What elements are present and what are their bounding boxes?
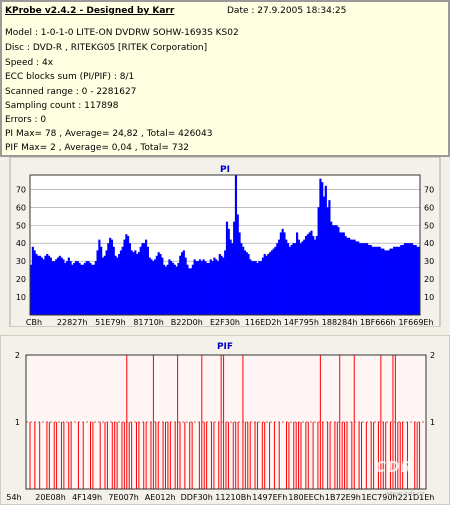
pi-x-tick: 188284h — [322, 318, 358, 327]
info-range: Scanned range : 0 - 2281627 — [5, 87, 137, 97]
scan-date: Date : 27.9.2005 18:34:25 — [227, 6, 347, 16]
pif-y-tick-left: 1 — [15, 418, 20, 427]
pi-x-tick: B22D0h — [171, 318, 203, 327]
pif-x-tick: AE012h — [145, 493, 176, 502]
info-errors: Errors : 0 — [5, 115, 47, 125]
pif-x-tick: 54h — [6, 493, 21, 502]
pi-x-tick: 1BF666h — [360, 318, 396, 327]
info-pif-stats: PIF Max= 2 , Average= 0,04 , Total= 732 — [5, 143, 190, 153]
pi-x-tick: E2F30h — [210, 318, 240, 327]
app-title: KProbe v2.4.2 - Designed by Karr — [5, 6, 175, 16]
pi-y-tick-right: 40 — [424, 239, 434, 248]
pif-chart: PIF 1 1 2 2 54h 20E08h 4F149h 7E007h AE012h DDF30h… — [0, 335, 450, 505]
pi-chart: PI 10 10 20 20 30 30 40 40 50 50 60 60 70 70 CBh 22827h 5… — [9, 157, 441, 327]
pif-x-tick: 11210Bh — [215, 493, 251, 502]
pi-x-tick: 51E79h — [95, 318, 125, 327]
info-disc: Disc : DVD-R , RITEKG05 [RITEK Corporati… — [5, 43, 208, 53]
pi-y-tick-right: 60 — [424, 203, 434, 212]
kprobe-window: KProbe v2.4.2 - Designed by Karr Date : … — [0, 0, 450, 505]
info-ecc: ECC blocks sum (PI/PIF) : 8/1 — [5, 72, 135, 82]
pi-x-tick: 1F669Eh — [398, 318, 433, 327]
pi-x-tick: CBh — [26, 318, 42, 327]
pif-x-tick: 180EECh — [288, 493, 324, 502]
info-model: Model : 1-0-1-0 LITE-ON DVDRW SOHW-1693S… — [5, 28, 239, 38]
pi-y-tick-right: 10 — [424, 293, 434, 302]
pi-y-tick-right: 20 — [424, 275, 434, 284]
pif-y-tick-right: 2 — [430, 351, 435, 360]
info-pi-stats: PI Max= 78 , Average= 24,82 , Total= 426… — [5, 129, 213, 139]
pif-x-tick: 1497EFh — [252, 493, 287, 502]
pi-y-tick-right: 50 — [424, 221, 434, 230]
pi-x-tick: 81710h — [133, 318, 164, 327]
pi-y-tick-left: 70 — [16, 185, 26, 194]
pif-x-tick: 20E08h — [35, 493, 65, 502]
pi-x-tick: 116ED2h — [245, 318, 282, 327]
pi-x-tick: 22827h — [57, 318, 88, 327]
pif-x-tick: DDF30h — [181, 493, 213, 502]
pif-x-tick: 4F149h — [72, 493, 102, 502]
pif-y-tick-left: 2 — [15, 351, 20, 360]
pif-title: PIF — [217, 342, 233, 352]
cdr-logo: CDR — [375, 458, 414, 476]
info-speed: Speed : 4x — [5, 58, 54, 68]
pif-y-tick-right: 1 — [430, 418, 435, 427]
pi-y-tick-right: 30 — [424, 257, 434, 266]
pif-x-tick: 1B72E9h — [325, 493, 361, 502]
pi-y-tick-left: 40 — [16, 239, 26, 248]
pi-y-tick-right: 70 — [424, 185, 434, 194]
watermark-url: www.cdr.cz — [385, 490, 425, 498]
pi-y-tick-left: 10 — [16, 293, 26, 302]
pi-y-tick-left: 20 — [16, 275, 26, 284]
pi-y-tick-left: 60 — [16, 203, 26, 212]
pi-y-tick-left: 30 — [16, 257, 26, 266]
pi-y-tick-left: 50 — [16, 221, 26, 230]
info-panel: KProbe v2.4.2 - Designed by Karr Date : … — [0, 0, 450, 157]
info-sampling: Sampling count : 117898 — [5, 101, 119, 111]
pif-x-tick: 7E007h — [108, 493, 138, 502]
pi-x-tick: 14F795h — [284, 318, 319, 327]
pi-title: PI — [220, 165, 230, 175]
